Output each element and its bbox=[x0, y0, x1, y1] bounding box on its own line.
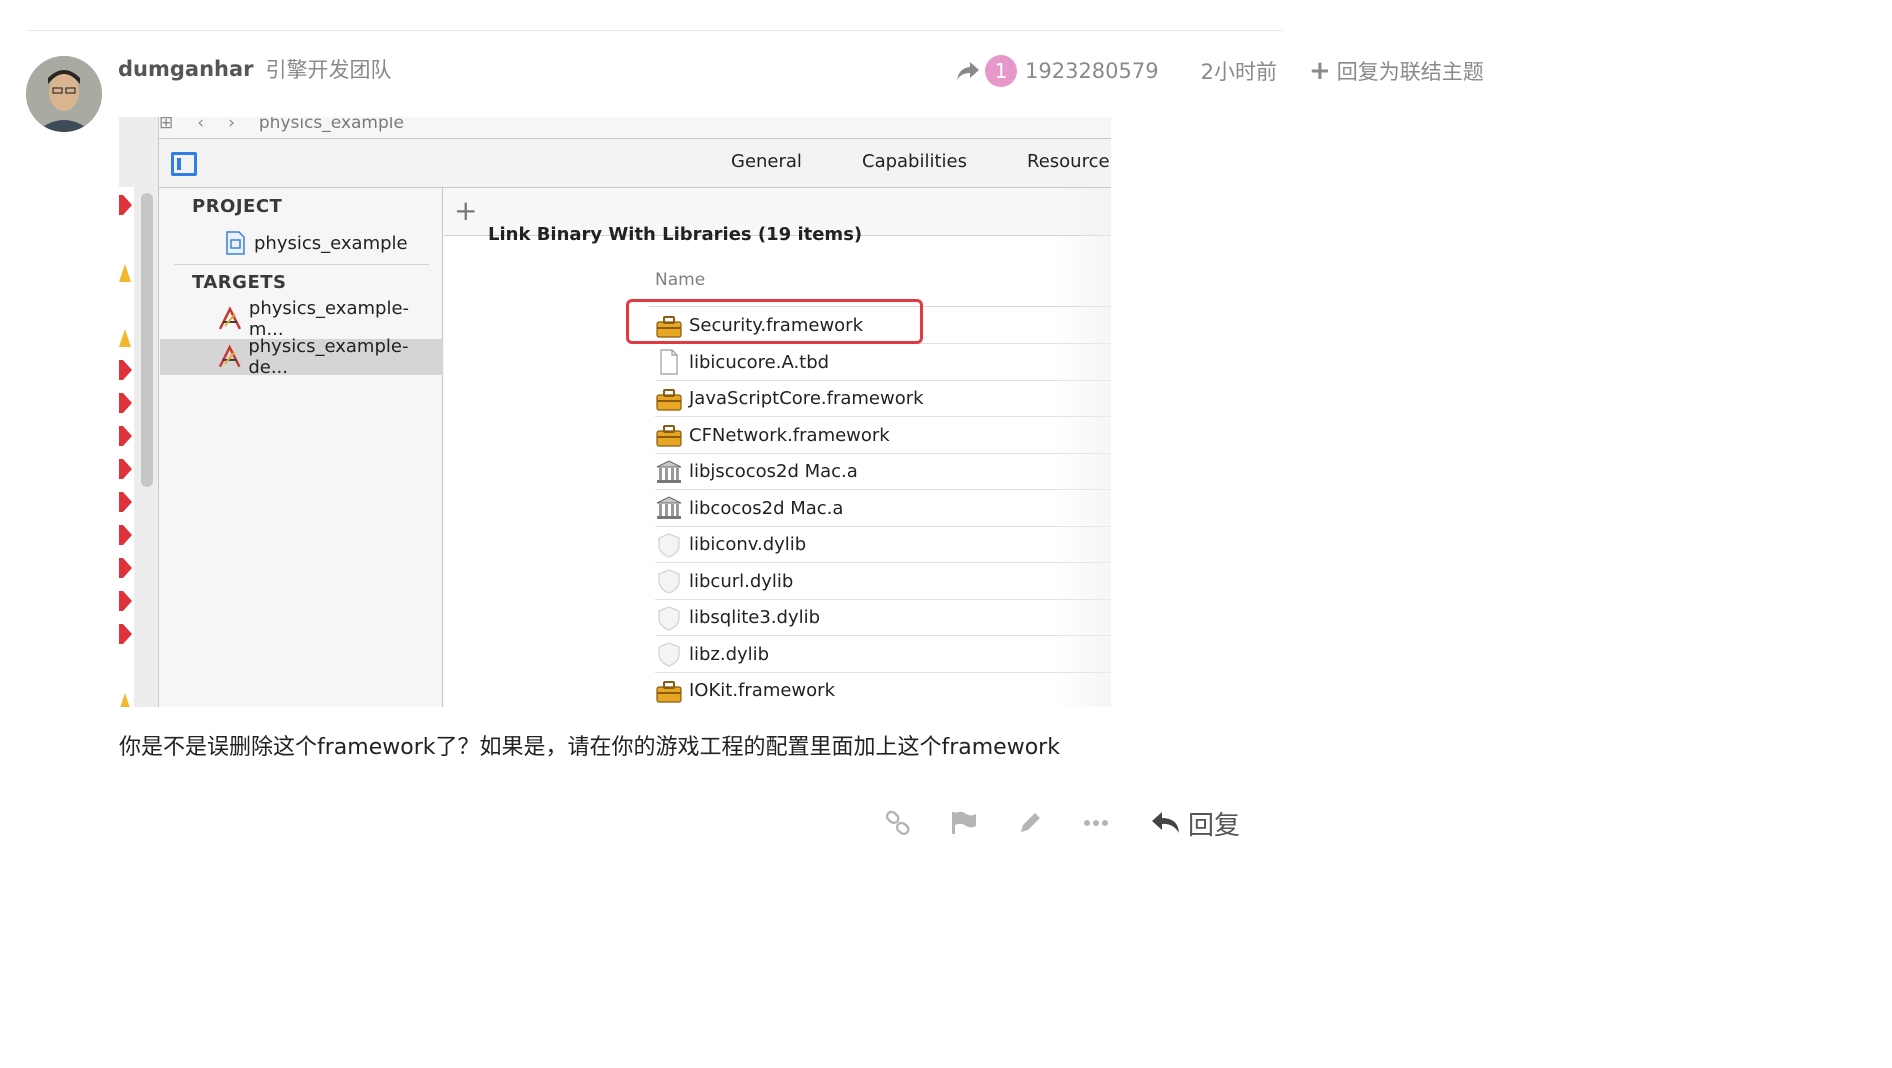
library-name: libiconv.dylib bbox=[689, 534, 807, 555]
flag-button[interactable] bbox=[946, 805, 982, 841]
editor-toolbar: General Capabilities Resource bbox=[159, 138, 1111, 188]
error-marker-icon bbox=[119, 525, 132, 545]
reply-label: 回复 bbox=[1188, 810, 1241, 841]
user-title[interactable]: 引擎开发团队 bbox=[266, 54, 392, 84]
library-name: IOKit.framework bbox=[689, 680, 835, 701]
project-item[interactable]: physics_example bbox=[160, 225, 443, 261]
error-marker-icon bbox=[119, 591, 132, 611]
ellipsis-icon bbox=[1084, 820, 1108, 826]
library-row[interactable]: libjscocos2d Mac.a bbox=[655, 454, 1111, 490]
warning-marker-icon bbox=[120, 693, 130, 707]
post-header: dumganhar 引擎开发团队 bbox=[118, 52, 392, 86]
shield-icon bbox=[658, 532, 680, 558]
build-phases-editor: + Link Binary With Libraries (19 items) … bbox=[444, 188, 1111, 707]
error-marker-icon bbox=[119, 393, 132, 413]
library-row[interactable]: IOKit.framework bbox=[655, 673, 1111, 707]
library-row[interactable]: libsqlite3.dylib bbox=[655, 600, 1111, 636]
error-marker-icon bbox=[119, 492, 132, 512]
error-marker-icon bbox=[119, 459, 132, 479]
target-item[interactable]: physics_example-m... bbox=[160, 298, 443, 340]
forward-icon[interactable]: › bbox=[228, 117, 235, 133]
divider bbox=[174, 264, 429, 265]
post-meta: 1 1923280579 2小时前 + 回复为联结主题 bbox=[955, 54, 1484, 88]
project-file-icon bbox=[226, 231, 245, 255]
error-marker-icon bbox=[119, 195, 132, 215]
back-icon[interactable]: ‹ bbox=[197, 117, 204, 133]
target-item-label: physics_example-m... bbox=[248, 298, 410, 340]
tab-general[interactable]: General bbox=[731, 151, 802, 172]
sidebar-toggle-icon[interactable] bbox=[171, 152, 197, 176]
warning-marker-icon bbox=[119, 329, 131, 347]
project-header: PROJECT bbox=[192, 196, 283, 217]
reply-to-user[interactable]: 1923280579 bbox=[1025, 59, 1159, 83]
pencil-icon bbox=[1021, 813, 1040, 832]
reply-button[interactable]: 回复 bbox=[1150, 805, 1240, 842]
library-row[interactable]: CFNetwork.framework bbox=[655, 418, 1111, 454]
library-name: libcurl.dylib bbox=[689, 570, 794, 592]
project-item-label: physics_example bbox=[254, 232, 408, 254]
error-marker-icon bbox=[119, 426, 132, 446]
toolbox-icon bbox=[656, 680, 682, 703]
shield-icon bbox=[658, 642, 680, 667]
library-name: libcocos2d Mac.a bbox=[689, 497, 844, 519]
toolbox-icon bbox=[656, 388, 682, 411]
target-item[interactable]: physics_example-de... bbox=[160, 336, 443, 378]
grid-icon[interactable]: ⊞ bbox=[159, 117, 173, 133]
avatar[interactable] bbox=[26, 56, 102, 132]
tab-resource[interactable]: Resource bbox=[1027, 151, 1110, 172]
library-name: JavaScriptCore.framework bbox=[689, 388, 924, 409]
library-row[interactable]: libcocos2d Mac.a bbox=[655, 491, 1111, 527]
shield-icon bbox=[658, 569, 680, 594]
more-button[interactable] bbox=[1078, 805, 1114, 841]
app-target-icon bbox=[218, 344, 241, 368]
breadcrumb-project[interactable]: physics_example bbox=[259, 117, 404, 133]
error-marker-icon bbox=[119, 558, 132, 578]
link-icon bbox=[885, 810, 910, 836]
library-row[interactable]: libiconv.dylib bbox=[655, 527, 1111, 563]
library-name: libjscocos2d Mac.a bbox=[689, 461, 858, 482]
tab-capabilities[interactable]: Capabilities bbox=[862, 151, 967, 172]
link-topic-button[interactable]: + 回复为联结主题 bbox=[1309, 56, 1484, 86]
library-row[interactable]: libz.dylib bbox=[655, 637, 1111, 673]
top-divider bbox=[26, 30, 1282, 31]
warning-marker-icon bbox=[119, 264, 131, 282]
library-row[interactable]: JavaScriptCore.framework bbox=[655, 381, 1111, 417]
highlight-box bbox=[626, 299, 923, 344]
share-link-button[interactable] bbox=[880, 805, 916, 841]
shield-icon bbox=[658, 605, 680, 631]
project-navigator: PROJECT physics_example TARGETS physics_… bbox=[160, 188, 443, 707]
error-marker-icon bbox=[119, 624, 132, 644]
targets-header: TARGETS bbox=[192, 272, 287, 293]
phase-title[interactable]: Link Binary With Libraries (19 items) bbox=[488, 224, 862, 245]
link-topic-label: 回复为联结主题 bbox=[1336, 60, 1484, 84]
target-item-label: physics_example-de... bbox=[248, 336, 409, 378]
document-icon bbox=[660, 349, 678, 375]
library-row[interactable]: libcurl.dylib bbox=[655, 564, 1111, 600]
toolbox-icon bbox=[656, 425, 682, 447]
post-actions: 回复 bbox=[880, 800, 1240, 846]
post-body: 你是不是误删除这个framework了？如果是，请在你的游戏工程的配置里面加上这… bbox=[119, 735, 1060, 760]
column-name-header[interactable]: Name bbox=[655, 270, 705, 290]
reply-count-badge[interactable]: 1 bbox=[985, 55, 1017, 87]
username[interactable]: dumganhar bbox=[118, 57, 254, 81]
add-phase-icon[interactable]: + bbox=[454, 194, 477, 227]
reply-arrow-icon bbox=[957, 62, 979, 80]
app-target-icon bbox=[218, 306, 242, 330]
error-marker-icon bbox=[119, 360, 132, 380]
post-date[interactable]: 2小时前 bbox=[1201, 56, 1277, 86]
breadcrumb: ⊞ ‹ › physics_example bbox=[159, 117, 404, 135]
edit-button[interactable] bbox=[1012, 805, 1048, 841]
embedded-screenshot[interactable]: ⊞ ‹ › physics_example General Capabiliti… bbox=[119, 117, 1111, 707]
library-name: libsqlite3.dylib bbox=[689, 607, 821, 628]
library-row[interactable]: libicucore.A.tbd bbox=[655, 345, 1111, 381]
scrollbar bbox=[141, 193, 153, 487]
library-name: libz.dylib bbox=[689, 643, 770, 665]
library-building-icon bbox=[656, 496, 682, 519]
library-building-icon bbox=[656, 459, 682, 483]
reply-icon bbox=[1152, 812, 1179, 833]
flag-icon bbox=[952, 811, 976, 834]
library-name: CFNetwork.framework bbox=[689, 424, 890, 446]
plus-icon: + bbox=[1308, 56, 1331, 86]
library-name: libicucore.A.tbd bbox=[689, 351, 830, 373]
